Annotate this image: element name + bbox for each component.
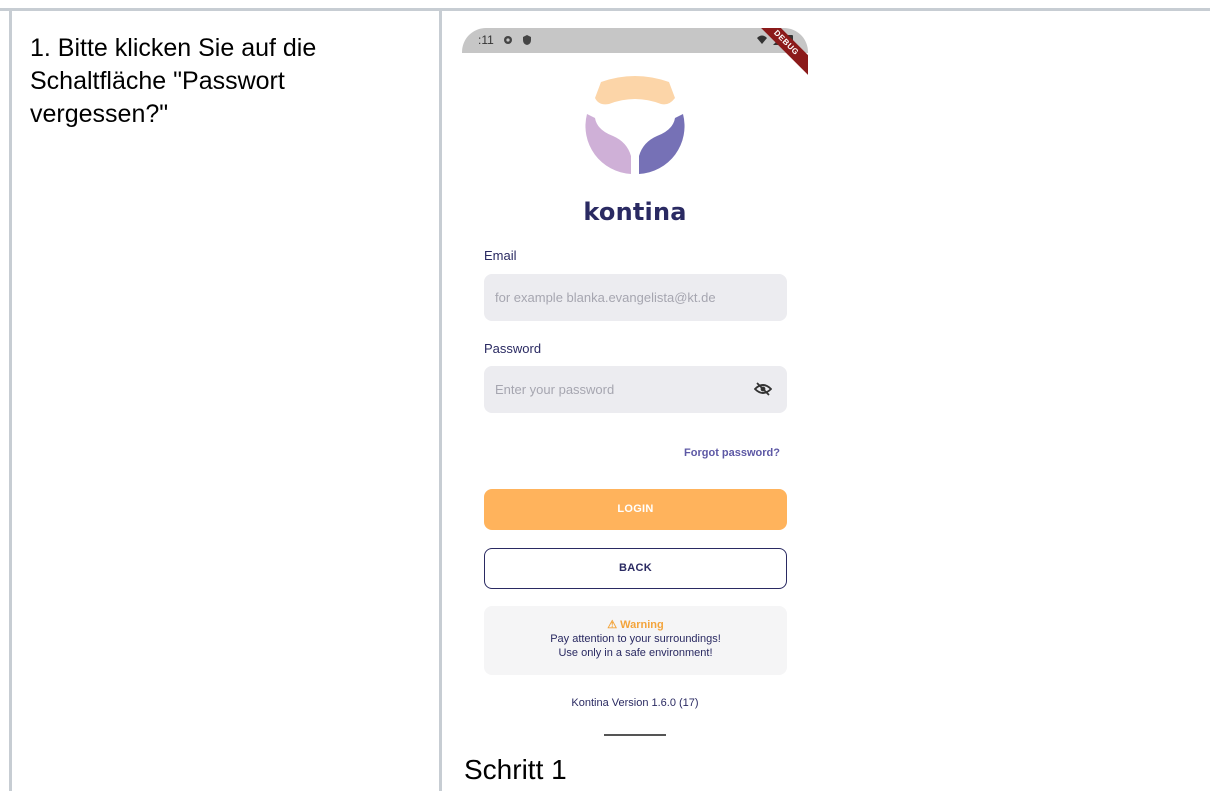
version-text: Kontina Version 1.6.0 (17) [571,697,699,709]
warning-line-1: Pay attention to your surroundings! [550,633,721,645]
status-time: :11 [478,33,494,47]
brand-name: kontina [583,198,687,226]
phone-screenshot: :11 DEBUG kontina Email for example blan… [462,28,808,754]
gear-icon [504,35,512,44]
status-bar: :11 DEBUG [462,28,808,84]
eye-off-icon[interactable] [754,382,772,396]
debug-badge: DEBUG [745,28,808,84]
forgot-password-link[interactable]: Forgot password? [684,447,780,459]
back-button[interactable]: BACK [484,548,787,589]
warning-box: ⚠ Warning Pay attention to your surround… [484,606,787,675]
kontina-logo-icon [585,76,685,174]
wifi-icon [757,35,768,44]
step-label: Schritt 1 [464,754,567,785]
status-left-icons [502,32,533,46]
table-border-left [9,8,12,791]
email-input[interactable] [484,274,787,321]
table-border-middle [439,8,442,791]
instruction-text: 1. Bitte klicken Sie auf die Schaltfläch… [30,34,317,128]
home-indicator [604,734,666,736]
email-label: Email [484,248,517,263]
login-button[interactable]: LOGIN [484,489,787,530]
table-border-top [0,8,1210,11]
shield-icon [523,34,532,45]
warning-title: ⚠ Warning [607,619,664,631]
password-input[interactable] [484,366,787,413]
password-label: Password [484,341,542,356]
warning-line-2: Use only in a safe environment! [558,647,713,659]
